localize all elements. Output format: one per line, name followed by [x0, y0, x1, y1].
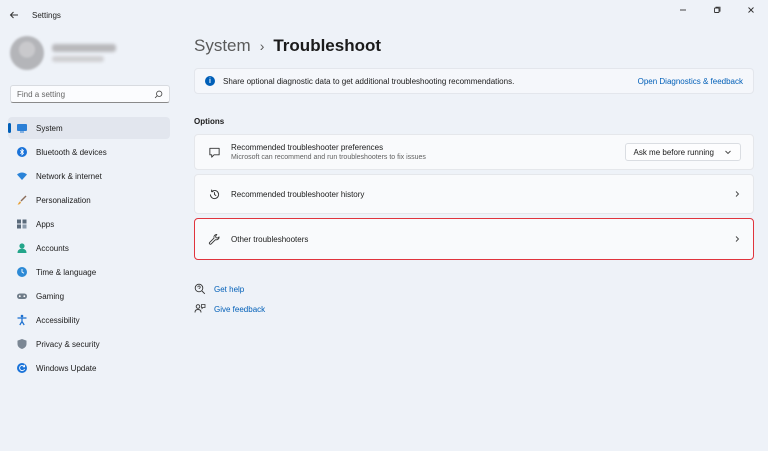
sidebar-item-label: Time & language [36, 267, 97, 277]
profile-name-blurred [52, 44, 116, 62]
sidebar-item-label: Accounts [36, 243, 69, 253]
back-arrow-icon [9, 11, 18, 19]
chevron-right-icon [733, 190, 741, 198]
give-feedback-label: Give feedback [214, 304, 266, 314]
bluetooth-icon [16, 146, 28, 158]
sidebar-item-label: Apps [36, 219, 55, 229]
sidebar-item-network[interactable]: Network & internet [8, 165, 170, 187]
history-text: Recommended troubleshooter history [231, 190, 364, 199]
minimize-button[interactable] [666, 0, 700, 20]
dropdown-value: Ask me before running [633, 147, 715, 157]
sidebar-nav: System Bluetooth & devices Network & int… [8, 117, 170, 381]
feedback-icon [194, 303, 206, 315]
preferences-subtitle: Microsoft can recommend and run troubles… [231, 154, 426, 161]
close-icon [748, 7, 754, 13]
maximize-button[interactable] [700, 0, 734, 20]
title-bar: Settings [0, 0, 768, 30]
restore-icon [714, 6, 721, 13]
preferences-title: Recommended troubleshooter preferences [231, 143, 384, 152]
breadcrumb-parent[interactable]: System [194, 36, 251, 56]
wrench-icon [207, 232, 221, 246]
sidebar-item-gaming[interactable]: Gaming [8, 285, 170, 307]
blurred-name [52, 44, 116, 52]
banner-text: Share optional diagnostic data to get ad… [223, 76, 515, 86]
other-troubleshooters-card[interactable]: Other troubleshooters [194, 218, 754, 260]
help-chat-icon [194, 283, 206, 295]
sidebar-item-label: Windows Update [36, 363, 97, 373]
wifi-icon [16, 170, 28, 182]
sidebar-item-privacy-security[interactable]: Privacy & security [8, 333, 170, 355]
diagnostic-banner: i Share optional diagnostic data to get … [194, 68, 754, 94]
sidebar-item-personalization[interactable]: Personalization [8, 189, 170, 211]
window-controls [666, 0, 768, 20]
other-text: Other troubleshooters [231, 235, 308, 244]
search-icon[interactable] [154, 90, 163, 99]
preferences-text: Recommended troubleshooter preferences M… [231, 143, 426, 161]
sidebar-item-label: Personalization [36, 195, 91, 205]
user-profile[interactable] [10, 36, 170, 70]
sidebar-item-label: Bluetooth & devices [36, 147, 107, 157]
page-title: Troubleshoot [273, 36, 382, 55]
history-icon [207, 187, 221, 201]
options-section-label: Options [194, 117, 225, 126]
chat-message-icon [207, 145, 221, 159]
accessibility-icon [16, 314, 28, 326]
sidebar-item-time-language[interactable]: Time & language [8, 261, 170, 283]
search-box [10, 85, 170, 103]
update-icon [16, 362, 28, 374]
give-feedback-link[interactable]: Give feedback [194, 299, 265, 319]
close-button[interactable] [734, 0, 768, 20]
avatar [10, 36, 44, 70]
get-help-link[interactable]: Get help [194, 279, 265, 299]
sidebar-item-bluetooth[interactable]: Bluetooth & devices [8, 141, 170, 163]
blurred-email [52, 56, 104, 62]
chevron-right-icon [733, 235, 741, 243]
monitor-icon [16, 122, 28, 134]
sidebar: System Bluetooth & devices Network & int… [0, 30, 180, 451]
person-icon [16, 242, 28, 254]
sidebar-item-accessibility[interactable]: Accessibility [8, 309, 170, 331]
open-diagnostics-link[interactable]: Open Diagnostics & feedback [638, 77, 743, 86]
sidebar-item-apps[interactable]: Apps [8, 213, 170, 235]
info-icon: i [205, 76, 215, 86]
shield-icon [16, 338, 28, 350]
breadcrumb-separator: › [259, 38, 265, 54]
gamepad-icon [16, 290, 28, 302]
other-title: Other troubleshooters [231, 234, 309, 244]
back-button[interactable] [0, 0, 28, 30]
sidebar-item-windows-update[interactable]: Windows Update [8, 357, 170, 379]
search-input[interactable] [17, 89, 147, 99]
sidebar-item-system[interactable]: System [8, 117, 170, 139]
minimize-icon [680, 9, 686, 11]
sidebar-item-label: Accessibility [36, 315, 80, 325]
help-links: Get help Give feedback [194, 279, 265, 319]
troubleshooter-preferences-card: Recommended troubleshooter preferences M… [194, 134, 754, 170]
sidebar-item-label: Network & internet [36, 171, 102, 181]
breadcrumb: System › Troubleshoot [194, 36, 381, 56]
brush-icon [16, 194, 28, 206]
sidebar-item-accounts[interactable]: Accounts [8, 237, 170, 259]
troubleshooter-history-card[interactable]: Recommended troubleshooter history [194, 174, 754, 214]
get-help-label: Get help [214, 284, 245, 294]
history-title: Recommended troubleshooter history [231, 189, 365, 199]
run-preference-dropdown[interactable]: Ask me before running [624, 143, 741, 161]
sidebar-item-label: Gaming [36, 291, 65, 301]
sidebar-item-label: Privacy & security [36, 339, 100, 349]
apps-icon [16, 218, 28, 230]
globe-clock-icon [16, 266, 28, 278]
app-title: Settings [32, 10, 61, 20]
sidebar-item-label: System [36, 123, 63, 133]
chevron-down-icon [724, 148, 732, 156]
